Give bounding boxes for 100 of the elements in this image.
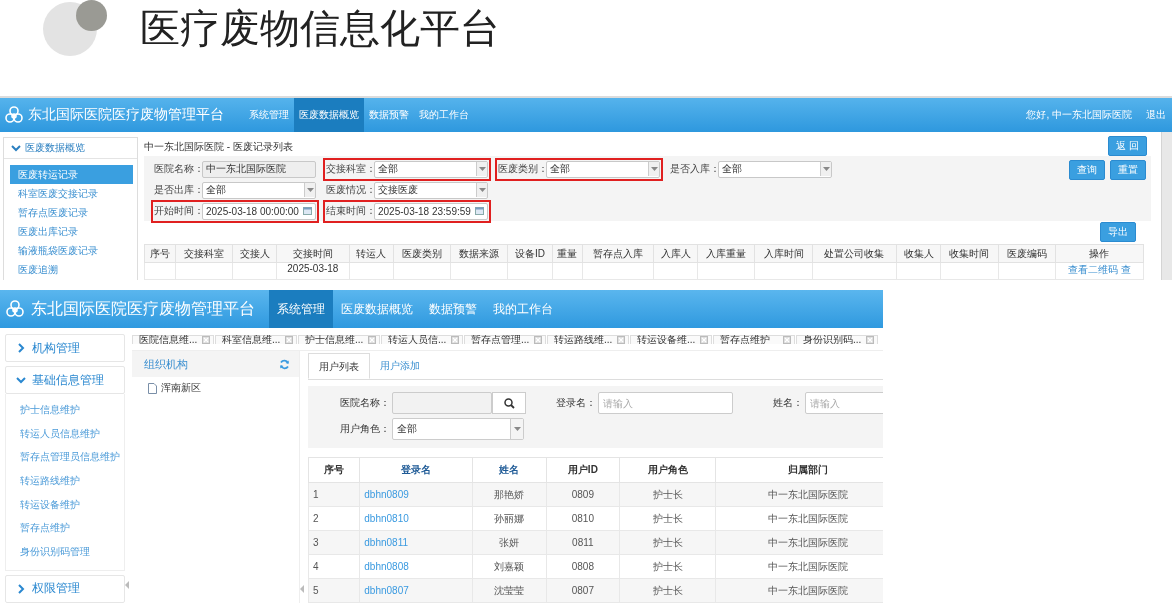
panel-tab[interactable]: 用户添加 xyxy=(370,353,430,379)
date-field[interactable]: 2025-03-18 23:59:59 xyxy=(374,202,488,220)
link[interactable]: dbhn0808 xyxy=(359,554,473,579)
close-icon[interactable] xyxy=(866,336,874,344)
select-field[interactable]: 全部 xyxy=(392,418,524,440)
sidebar-item[interactable]: 暂存点维护 xyxy=(20,516,124,541)
action-button[interactable]: 查询 xyxy=(1069,160,1105,180)
column-header: 序号 xyxy=(308,457,360,483)
page-tab[interactable]: 医院信息维... xyxy=(132,335,214,344)
close-icon[interactable] xyxy=(202,336,210,344)
calendar-icon xyxy=(475,207,484,215)
sidebar-item[interactable]: 暂存点医废记录 xyxy=(10,203,133,222)
sidebar-item[interactable]: 输液瓶袋医废记录 xyxy=(10,241,133,260)
close-icon[interactable] xyxy=(368,336,376,344)
page-tab[interactable]: 身份识别码... xyxy=(796,335,878,344)
nav-tab[interactable]: 数据预警 xyxy=(364,98,414,132)
field-label: 登录名： xyxy=(555,396,597,410)
sidebar-header[interactable]: 医废数据概览 xyxy=(4,138,137,159)
input-field[interactable]: 中一东北国际医院 xyxy=(202,160,316,178)
caret-icon xyxy=(822,166,830,172)
sidebar-item[interactable]: 护士信息维护 xyxy=(20,398,124,422)
select-field[interactable]: 全部 xyxy=(546,160,660,178)
table-cell: 护士长 xyxy=(619,530,716,555)
caret-icon xyxy=(650,166,658,172)
link[interactable]: dbhn0807 xyxy=(359,578,473,603)
close-icon[interactable] xyxy=(783,336,791,344)
table-cell: 3 xyxy=(308,530,360,555)
page-tab[interactable]: 转运路线维... xyxy=(547,335,629,344)
date-field[interactable]: 2025-03-18 00:00:00 xyxy=(202,202,316,220)
page-tab[interactable]: 转运人员信... xyxy=(381,335,463,344)
input-field[interactable] xyxy=(392,392,492,414)
page-tab[interactable]: 暂存点管理... xyxy=(464,335,546,344)
column-header: 处置公司收集 xyxy=(812,244,897,263)
caret-icon xyxy=(306,187,314,193)
column-header: 用户角色 xyxy=(619,457,716,483)
column-header: 交接人 xyxy=(232,244,277,263)
select-field[interactable]: 全部 xyxy=(202,181,316,199)
nav-tab[interactable]: 我的工作台 xyxy=(485,290,561,328)
sidebar-item[interactable]: 科室医废交接记录 xyxy=(10,184,133,203)
nav-tab[interactable]: 系统管理 xyxy=(269,290,333,328)
refresh-icon[interactable] xyxy=(279,358,290,370)
link[interactable]: dbhn0811 xyxy=(359,530,473,555)
column-header: 入库重量 xyxy=(697,244,755,263)
logout-link[interactable]: 退出 xyxy=(1146,108,1166,122)
breadcrumb: 中一东北国际医院 - 医废记录列表 xyxy=(144,140,293,154)
slide-title: 医疗废物信息化平台 xyxy=(140,5,500,52)
back-button[interactable]: 返 回 xyxy=(1108,136,1147,156)
input-field[interactable]: 请输入 xyxy=(598,392,733,414)
page-tab[interactable]: 转运设备维... xyxy=(630,335,712,344)
page-tab[interactable]: 暂存点维护 xyxy=(713,335,795,344)
sidebar-item[interactable]: 身份识别码管理 xyxy=(20,540,124,564)
column-header: 医废类别 xyxy=(393,244,451,263)
caret-icon xyxy=(513,426,521,432)
close-icon[interactable] xyxy=(451,336,459,344)
sidebar-item[interactable]: 医废追溯 xyxy=(10,260,133,279)
page-tab[interactable]: 护士信息维... xyxy=(298,335,380,344)
action-button[interactable]: 重置 xyxy=(1110,160,1146,180)
tree-node[interactable]: 浑南新区 xyxy=(161,381,201,395)
sidebar-group[interactable]: 基础信息管理 xyxy=(5,366,125,394)
select-field[interactable]: 全部 xyxy=(374,160,488,178)
close-icon[interactable] xyxy=(700,336,708,344)
sidebar-item[interactable]: 医废出库记录 xyxy=(10,222,133,241)
table-cell: 护士长 xyxy=(619,482,716,507)
sidebar-group[interactable]: 机构管理 xyxy=(5,334,125,362)
table-cell: 中一东北国际医院 xyxy=(715,578,883,603)
close-icon[interactable] xyxy=(617,336,625,344)
column-header[interactable]: 登录名 xyxy=(359,457,473,483)
nav-tab[interactable]: 数据预警 xyxy=(421,290,485,328)
select-field[interactable]: 全部 xyxy=(718,160,832,178)
link[interactable]: 查看二维码 查 xyxy=(1055,262,1144,280)
field-label: 用户角色： xyxy=(339,422,391,436)
close-icon[interactable] xyxy=(285,336,293,344)
nav-tab[interactable]: 我的工作台 xyxy=(414,98,474,132)
export-button[interactable]: 导出 xyxy=(1100,221,1136,242)
sidebar-item[interactable]: 医废转运记录 xyxy=(10,165,133,184)
column-header: 入库时间 xyxy=(755,244,813,263)
nav-tab[interactable]: 医废数据概览 xyxy=(294,98,364,132)
link[interactable]: dbhn0810 xyxy=(359,506,473,531)
column-header: 暂存点入库 xyxy=(582,244,654,263)
nav-tab[interactable]: 系统管理 xyxy=(244,98,294,132)
select-field[interactable]: 交接医废 xyxy=(374,181,488,199)
sidebar-item[interactable]: 转运路线维护 xyxy=(20,469,124,493)
link[interactable]: dbhn0809 xyxy=(359,482,473,507)
panel-tab[interactable]: 用户列表 xyxy=(308,353,370,379)
column-header[interactable]: 姓名 xyxy=(472,457,547,483)
sidebar-item[interactable]: 转运设备维护 xyxy=(20,492,124,517)
page-tab[interactable]: 科室信息维... xyxy=(215,335,297,344)
close-icon[interactable] xyxy=(534,336,542,344)
collapse-arrow-icon[interactable] xyxy=(300,585,304,593)
collapse-arrow-icon[interactable] xyxy=(125,581,129,589)
input-field[interactable]: 请输入 xyxy=(805,392,883,414)
search-button[interactable] xyxy=(492,392,526,414)
column-header: 转运人 xyxy=(349,244,394,263)
sidebar-group[interactable]: 权限管理 xyxy=(5,574,125,603)
sidebar-item[interactable]: 暂存点管理员信息维护 xyxy=(20,445,124,470)
nav-tab[interactable]: 医废数据概览 xyxy=(333,290,421,328)
table-cell: 护士长 xyxy=(619,506,716,531)
table-cell: 4 xyxy=(308,554,360,579)
sidebar-item[interactable]: 转运人员信息维护 xyxy=(20,421,124,446)
field-label: 结束时间： xyxy=(326,204,372,218)
